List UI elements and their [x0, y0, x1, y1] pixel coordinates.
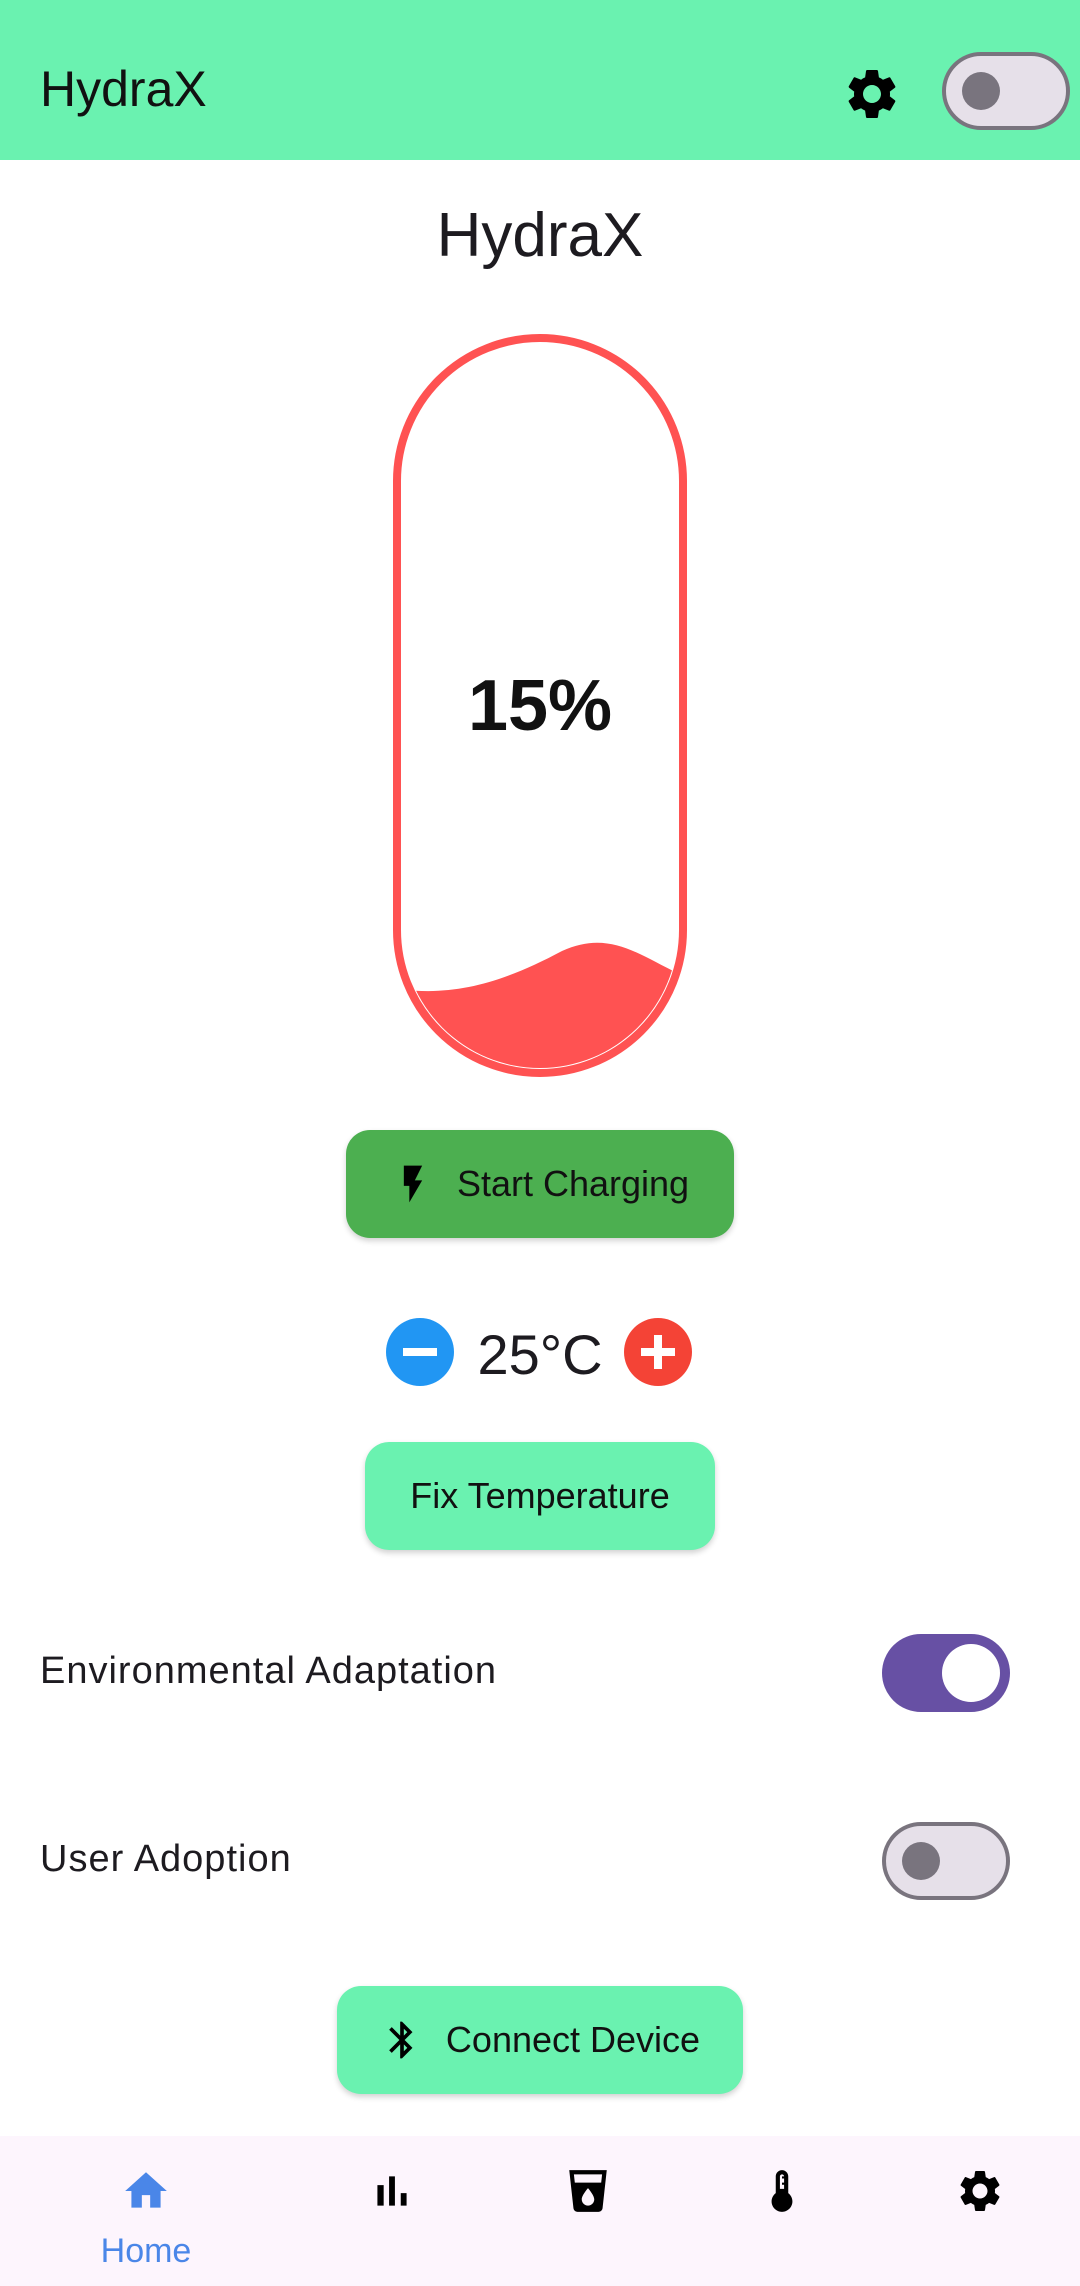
battery-percent: 15% — [467, 666, 613, 746]
bottom-navigation: Home — [0, 2136, 1080, 2286]
nav-item-temperature[interactable] — [674, 2136, 890, 2286]
minus-icon — [403, 1348, 437, 1356]
toggle-knob — [942, 1644, 1000, 1702]
header-toggle-switch[interactable] — [942, 52, 1070, 130]
fix-temperature-label: Fix Temperature — [410, 1475, 670, 1516]
start-charging-button[interactable]: Start Charging — [346, 1130, 734, 1238]
gear-icon[interactable] — [842, 64, 902, 124]
start-charging-label: Start Charging — [456, 1163, 690, 1204]
temperature-value: 25°C — [477, 1323, 603, 1386]
bolt-icon — [391, 1162, 435, 1206]
water-glass-icon — [563, 2166, 613, 2216]
home-icon — [121, 2166, 171, 2216]
app-bar: HydraX — [0, 0, 1080, 160]
increase-temperature-button[interactable] — [624, 1318, 692, 1386]
page-title: HydraX — [436, 201, 644, 270]
battery-fill-wave — [402, 942, 678, 1068]
app-title: HydraX — [40, 61, 207, 117]
bluetooth-icon — [380, 2018, 424, 2062]
fix-temperature-button[interactable]: Fix Temperature — [365, 1442, 715, 1550]
connect-device-button[interactable]: Connect Device — [337, 1986, 743, 2094]
thermometer-icon — [757, 2166, 807, 2216]
gear-icon — [955, 2166, 1005, 2216]
user-adoption-toggle[interactable] — [882, 1822, 1010, 1900]
environmental-adaptation-toggle[interactable] — [882, 1634, 1010, 1712]
user-adoption-label: User Adoption — [40, 1838, 292, 1880]
connect-device-label: Connect Device — [445, 2019, 701, 2060]
decrease-temperature-button[interactable] — [386, 1318, 454, 1386]
temperature-control: 25°C — [0, 1318, 1080, 1390]
toggle-knob — [962, 72, 1000, 110]
toggle-knob — [902, 1842, 940, 1880]
nav-item-settings[interactable] — [872, 2136, 1080, 2286]
battery-gauge: 15% — [392, 333, 688, 1078]
nav-item-stats[interactable] — [284, 2136, 500, 2286]
nav-item-home[interactable]: Home — [38, 2136, 254, 2286]
plus-icon — [641, 1335, 675, 1369]
nav-label-home: Home — [100, 2232, 192, 2270]
environmental-adaptation-label: Environmental Adaptation — [40, 1650, 498, 1692]
bar-chart-icon — [367, 2166, 417, 2216]
nav-item-water[interactable] — [480, 2136, 696, 2286]
